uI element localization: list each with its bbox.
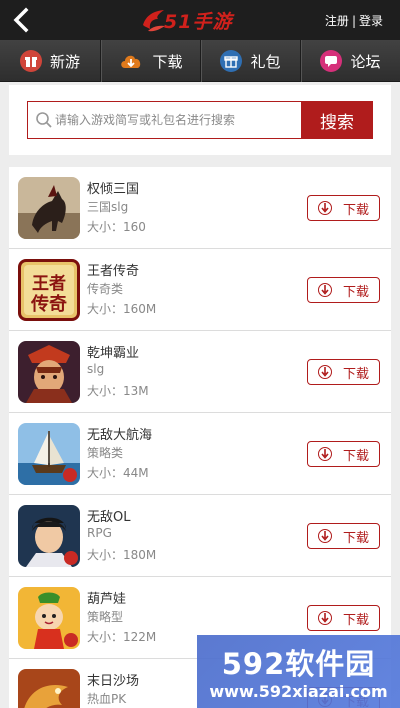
game-name: 无敌大航海: [87, 428, 153, 443]
game-size: 大小：160: [87, 220, 146, 234]
game-name: 王者传奇: [87, 264, 140, 279]
nav-item-forum[interactable]: 论坛: [300, 40, 400, 82]
nav-label: 论坛: [350, 52, 381, 71]
gift-icon: [220, 50, 243, 72]
game-category: 传奇类: [87, 282, 124, 296]
svg-text:王者: 王者: [32, 273, 66, 294]
download-button[interactable]: 下载: [307, 605, 380, 631]
auth-separator: |: [351, 14, 356, 28]
nav-item-download[interactable]: 下载: [100, 40, 200, 82]
game-name: 乾坤霸业: [87, 346, 140, 361]
nav-label: 新游: [49, 52, 80, 71]
nav-item-new-games[interactable]: 新游: [0, 40, 100, 82]
game-thumbnail[interactable]: [18, 587, 80, 649]
game-category: 热血PK: [87, 692, 127, 706]
game-name: 无敌OL: [87, 510, 131, 525]
login-link[interactable]: 登录: [359, 14, 383, 28]
download-label: 下载: [342, 366, 369, 382]
game-size: 大小：44M: [87, 466, 149, 480]
game-category: 策略型: [87, 610, 124, 624]
game-category: slg: [87, 362, 105, 376]
download-label: 下载: [342, 284, 369, 300]
download-label: 下载: [342, 530, 369, 546]
chat-bubble-icon: [320, 50, 343, 72]
download-label: 下载: [342, 612, 369, 628]
download-button[interactable]: 下载: [307, 195, 380, 221]
game-category: 三国slg: [87, 200, 129, 214]
site-watermark: 592软件园 www.592xiazai.com: [197, 635, 400, 708]
search-input[interactable]: [55, 102, 300, 138]
game-category: RPG: [87, 526, 112, 540]
game-name: 末日沙场: [87, 674, 140, 689]
download-label: 下载: [342, 202, 369, 218]
game-size: 大小：180M: [87, 548, 157, 562]
list-item[interactable]: 乾坤霸业 slg 大小：13M 下载: [9, 331, 391, 413]
gift-box-icon: [19, 50, 42, 72]
watermark-url: www.592xiazai.com: [209, 682, 388, 701]
auth-links: 注册 | 登录: [325, 12, 383, 29]
svg-text:传奇: 传奇: [30, 293, 67, 315]
list-item[interactable]: 无敌OL RPG 大小：180M 下载: [9, 495, 391, 577]
game-size: 大小：122M: [87, 630, 157, 644]
download-arrow-icon: [317, 201, 332, 215]
download-arrow-icon: [317, 529, 332, 543]
download-button[interactable]: 下载: [307, 523, 380, 549]
back-button[interactable]: [6, 4, 38, 36]
search-bar: 搜索: [27, 101, 373, 139]
download-arrow-icon: [317, 283, 332, 297]
download-button[interactable]: 下载: [307, 359, 380, 385]
game-thumbnail[interactable]: [18, 505, 80, 567]
register-link[interactable]: 注册: [325, 14, 349, 28]
download-arrow-icon: [317, 365, 332, 379]
chevron-left-icon: [13, 7, 29, 33]
cloud-download-icon: [118, 50, 144, 72]
game-thumbnail[interactable]: [18, 177, 80, 239]
download-arrow-icon: [317, 611, 332, 625]
download-button[interactable]: 下载: [307, 441, 380, 467]
category-nav: 新游 下载 礼包 论坛: [0, 40, 400, 82]
search-panel: 搜索: [9, 85, 391, 155]
site-logo[interactable]: 51手游: [140, 4, 260, 36]
list-item[interactable]: 无敌大航海 策略类 大小：44M 下载: [9, 413, 391, 495]
game-name: 权倾三国: [87, 182, 140, 197]
game-category: 策略类: [87, 446, 124, 460]
download-button[interactable]: 下载: [307, 277, 380, 303]
top-bar: 51手游 注册 | 登录: [0, 0, 400, 40]
nav-label: 礼包: [250, 52, 281, 71]
nav-item-gift-packs[interactable]: 礼包: [200, 40, 300, 82]
game-size: 大小：13M: [87, 384, 149, 398]
list-item[interactable]: 王者 传奇 王者传奇 传奇类 大小：160M 下载: [9, 249, 391, 331]
game-name: 葫芦娃: [87, 592, 127, 607]
game-thumbnail[interactable]: [18, 423, 80, 485]
search-icon: [36, 112, 52, 128]
game-thumbnail[interactable]: [18, 669, 80, 708]
list-item[interactable]: 权倾三国 三国slg 大小：160 下载: [9, 167, 391, 249]
download-label: 下载: [342, 448, 369, 464]
watermark-title: 592软件园: [221, 647, 376, 681]
nav-label: 下载: [152, 52, 183, 71]
game-size: 大小：160M: [87, 302, 157, 316]
game-thumbnail[interactable]: [18, 341, 80, 403]
search-button[interactable]: 搜索: [301, 101, 373, 139]
download-arrow-icon: [317, 447, 332, 461]
game-list: 权倾三国 三国slg 大小：160 下载 王者 传奇 王者传奇 传奇类 大小：1…: [9, 167, 391, 708]
game-thumbnail[interactable]: 王者 传奇: [18, 259, 80, 321]
logo-text: 51手游: [164, 11, 233, 33]
